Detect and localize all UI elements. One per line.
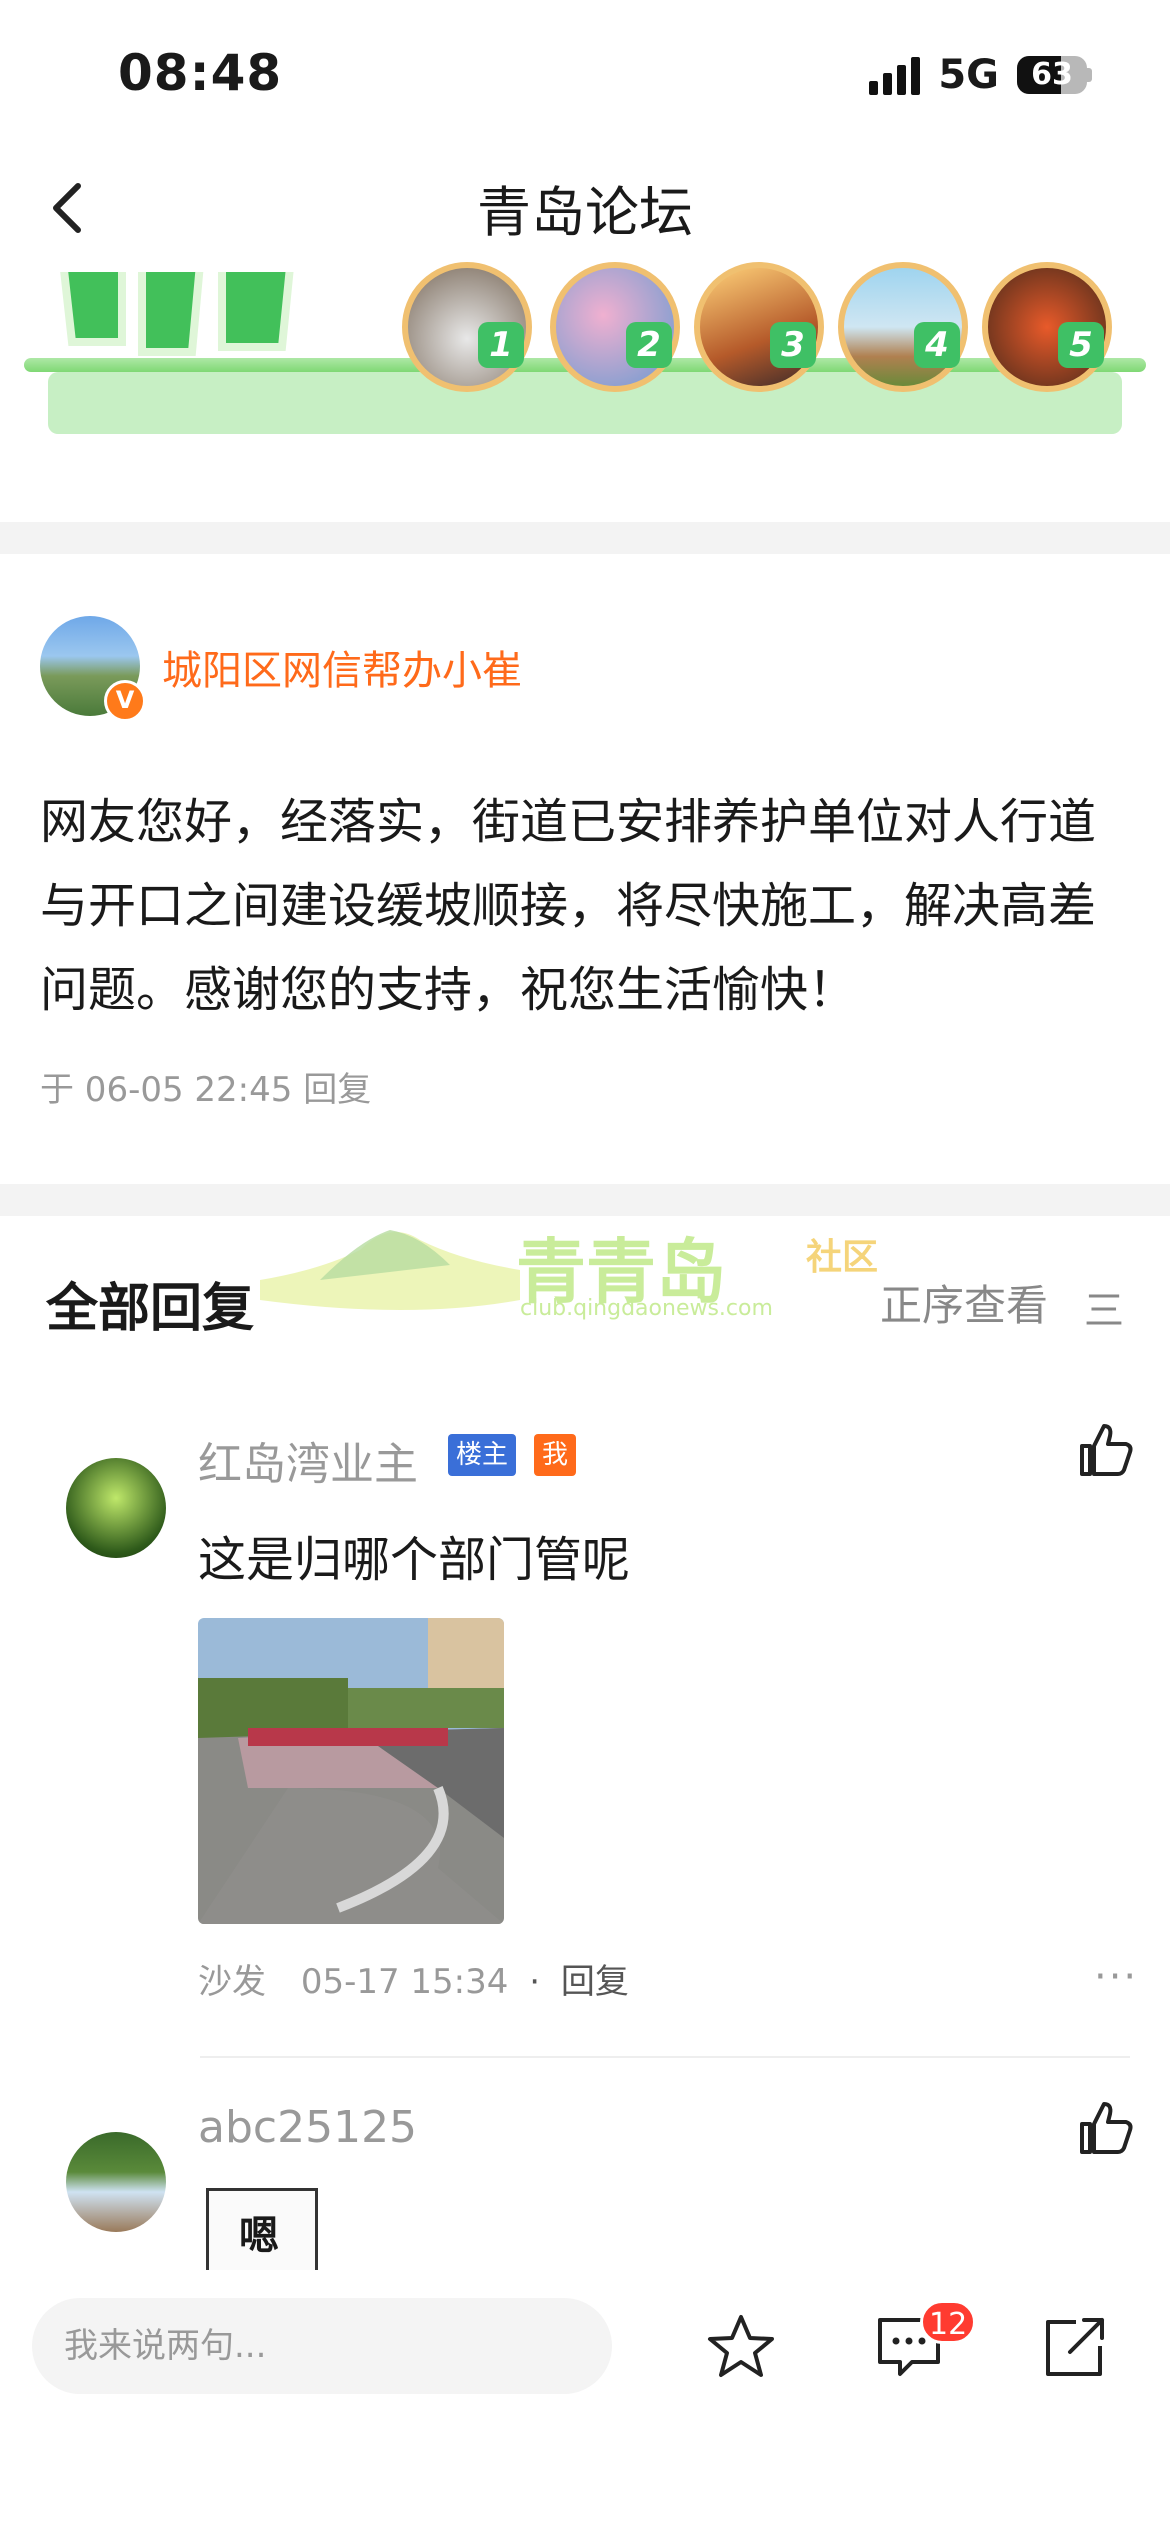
share-button[interactable] [1040,2312,1110,2382]
page-title: 青岛论坛 [477,181,693,244]
all-replies-title: 全部回复 [46,1279,255,1339]
status-indicators: 5G 63 [869,52,1092,98]
reply-link[interactable]: 回复 [561,1962,629,2002]
owner-tag: 楼主 [448,1434,517,1476]
sort-icon[interactable]: 三 [1084,1278,1124,1336]
thumbs-up-icon [1080,1424,1133,1476]
comment-time: 05-17 15:34 [300,1962,509,2002]
comment-user[interactable]: 红岛湾业主 [198,1428,418,1492]
comment-divider [200,2056,1130,2058]
author-name[interactable]: 城阳区网信帮办小崔 [162,638,522,696]
sort-order-button[interactable]: 正序查看 [880,1272,1048,1333]
share-icon [1046,2318,1104,2376]
like-button[interactable] [1076,2098,1136,2158]
watermark-logo [260,1230,520,1310]
avatar[interactable] [66,1458,166,1558]
floor-label: 沙发 [198,1962,266,2002]
banner-num-2: 2 [626,322,672,368]
watermark: 青青岛 社区 club.qingdaonews.com [260,1210,900,1330]
banner-num-5: 5 [1058,322,1104,368]
thumbs-up-icon [1080,2102,1133,2154]
avatar[interactable] [66,2132,166,2232]
status-time: 08:48 [118,44,283,102]
more-button[interactable]: ··· [1094,1954,1138,2000]
comment-input[interactable]: 我来说两句... [32,2298,612,2394]
signal-icon [869,55,921,95]
section-divider [0,522,1170,554]
sticker: 嗯 [206,2188,318,2276]
network-label: 5G [938,52,999,98]
banner-num-3: 3 [770,322,816,368]
star-icon [708,2315,774,2377]
comment-meta: 沙发 05-17 15:34 · 回复 [198,1962,629,2002]
battery-percent: 63 [1031,57,1073,92]
battery-icon: 63 [1017,56,1087,94]
official-reply-text: 网友您好，经落实，街道已安排养护单位对人行道与开口之间建设缓坡顺接，将尽快施工，… [40,794,1097,1018]
verified-badge: V [104,680,146,722]
comment-user[interactable]: abc25125 [198,2102,417,2153]
like-button[interactable] [1076,1420,1136,1480]
sticker-text: 嗯 [239,2213,279,2259]
comment-text: 这是归哪个部门管呢 [198,1532,631,1588]
watermark-url: club.qingdaonews.com [520,1296,773,1321]
comment-count-badge: 12 [920,2300,977,2344]
watermark-tag: 社区 [806,1237,879,1278]
favorite-button[interactable] [706,2312,776,2382]
banner-logo [52,272,372,372]
me-tag: 我 [534,1434,577,1476]
official-reply-meta: 于 06-05 22:45 回复 [40,1070,372,1110]
banner-num-1: 1 [478,322,524,368]
banner-num-4: 4 [914,322,960,368]
comment-photo[interactable] [198,1618,504,1924]
